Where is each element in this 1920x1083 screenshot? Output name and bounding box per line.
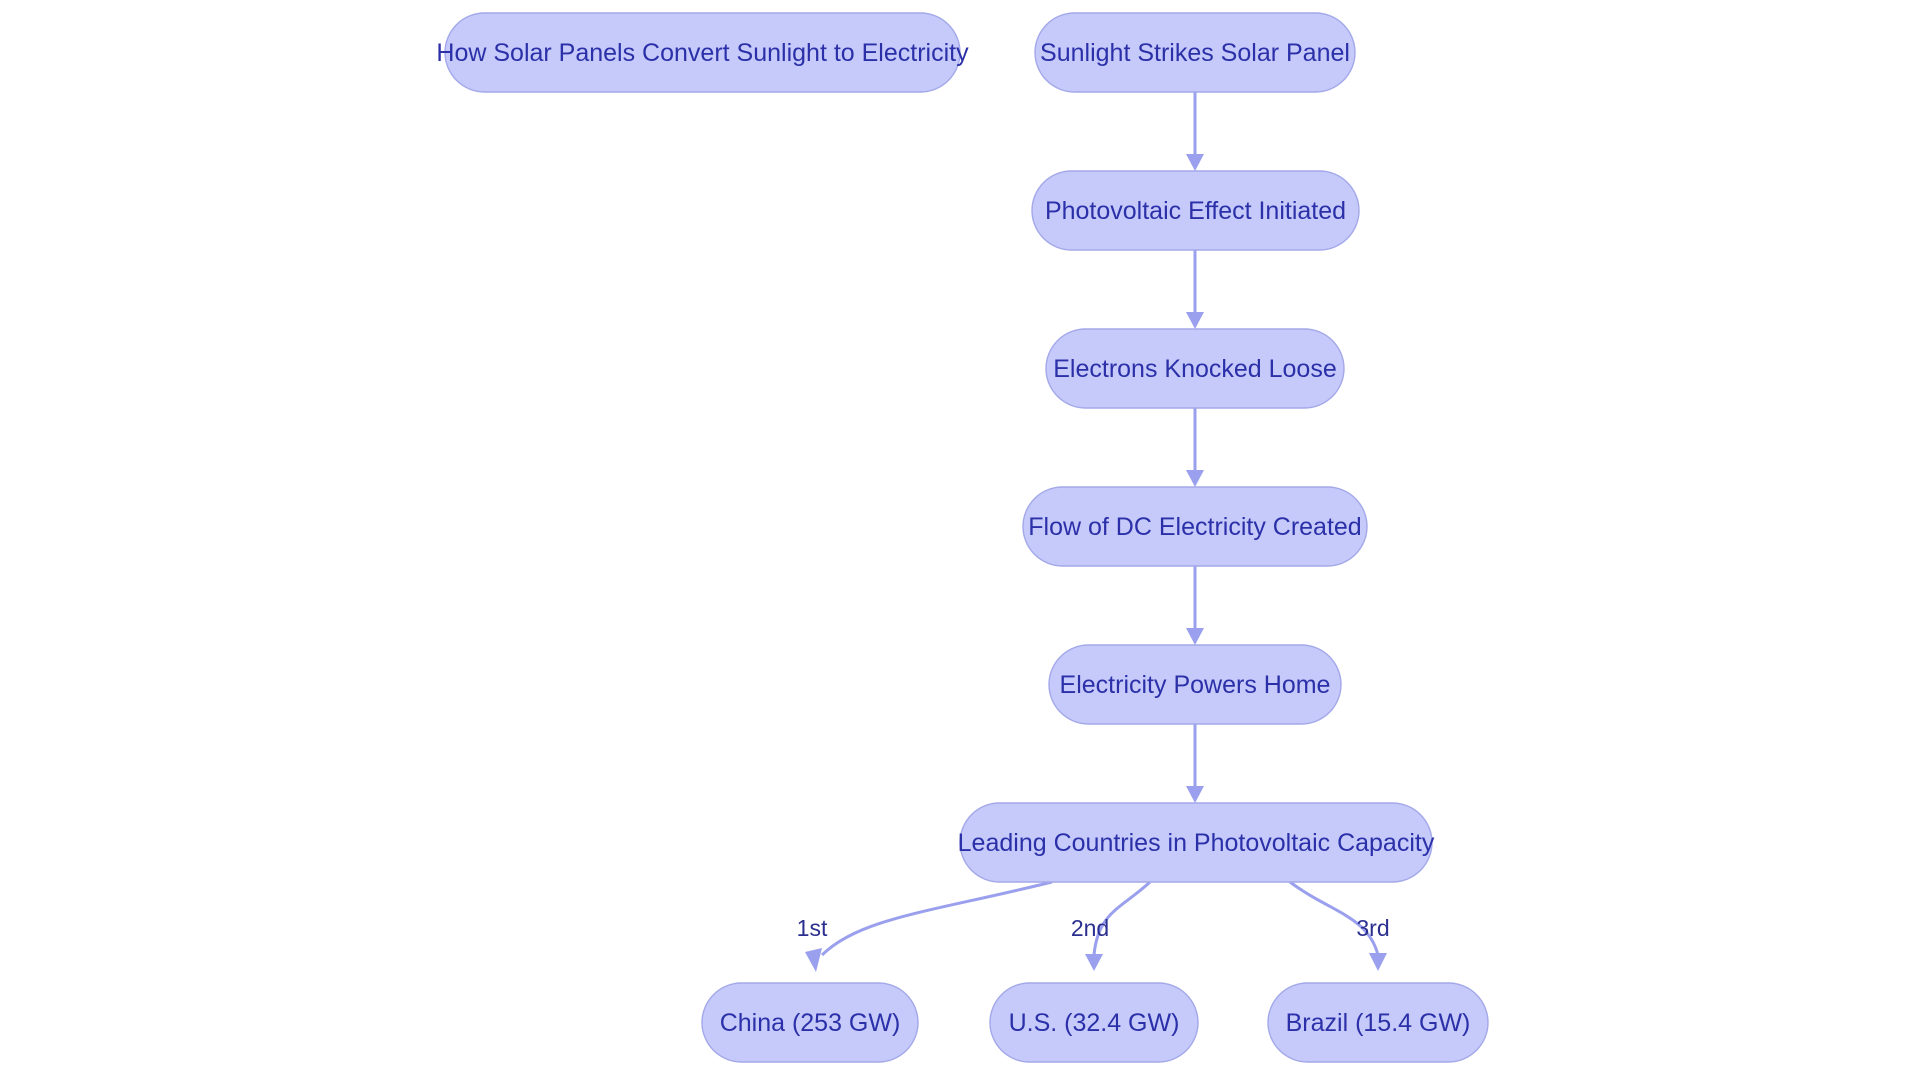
edge-sunlight-to-photovoltaic (1186, 92, 1204, 171)
node-china-label: China (253 GW) (720, 1009, 901, 1037)
node-photovoltaic-effect-initiated[interactable]: Photovoltaic Effect Initiated (1031, 170, 1360, 251)
node-china[interactable]: China (253 GW) (701, 982, 919, 1063)
flowchart-canvas: 1st 2nd 3rd How Solar Panels Convert Sun… (0, 0, 1920, 1083)
node-us-label: U.S. (32.4 GW) (1009, 1009, 1180, 1037)
node-electrons-knocked-loose-label: Electrons Knocked Loose (1053, 355, 1337, 383)
node-electrons-knocked-loose[interactable]: Electrons Knocked Loose (1045, 328, 1345, 409)
edge-dcflow-to-powershome (1186, 566, 1204, 645)
node-leading-countries-label: Leading Countries in Photovoltaic Capaci… (958, 829, 1435, 857)
node-us[interactable]: U.S. (32.4 GW) (989, 982, 1199, 1063)
edge-leading-to-china (805, 880, 1053, 972)
node-flow-of-dc-electricity-created[interactable]: Flow of DC Electricity Created (1022, 486, 1368, 567)
edge-electrons-to-dcflow (1186, 408, 1204, 487)
node-sunlight-strikes-solar-panel-label: Sunlight Strikes Solar Panel (1040, 39, 1350, 67)
node-leading-countries-in-photovoltaic-capacity[interactable]: Leading Countries in Photovoltaic Capaci… (958, 802, 1435, 883)
node-sunlight-strikes-solar-panel[interactable]: Sunlight Strikes Solar Panel (1034, 12, 1356, 93)
edge-powershome-to-leadingcountries (1186, 724, 1204, 803)
edge-label-2nd: 2nd (1071, 915, 1109, 941)
node-brazil-label: Brazil (15.4 GW) (1286, 1009, 1471, 1037)
node-title[interactable]: How Solar Panels Convert Sunlight to Ele… (436, 12, 969, 93)
edge-photovoltaic-to-electrons (1186, 250, 1204, 329)
node-title-label: How Solar Panels Convert Sunlight to Ele… (436, 39, 969, 67)
flowchart-svg: 1st 2nd 3rd How Solar Panels Convert Sun… (436, 12, 1489, 1063)
edge-label-3rd: 3rd (1356, 915, 1389, 941)
node-electricity-powers-home[interactable]: Electricity Powers Home (1048, 644, 1342, 725)
edge-label-group: 1st 2nd 3rd (797, 915, 1390, 941)
node-electricity-powers-home-label: Electricity Powers Home (1060, 671, 1331, 699)
edge-label-1st: 1st (797, 915, 828, 941)
node-photovoltaic-effect-initiated-label: Photovoltaic Effect Initiated (1045, 197, 1346, 225)
node-brazil[interactable]: Brazil (15.4 GW) (1267, 982, 1489, 1063)
node-flow-of-dc-electricity-created-label: Flow of DC Electricity Created (1028, 513, 1361, 541)
